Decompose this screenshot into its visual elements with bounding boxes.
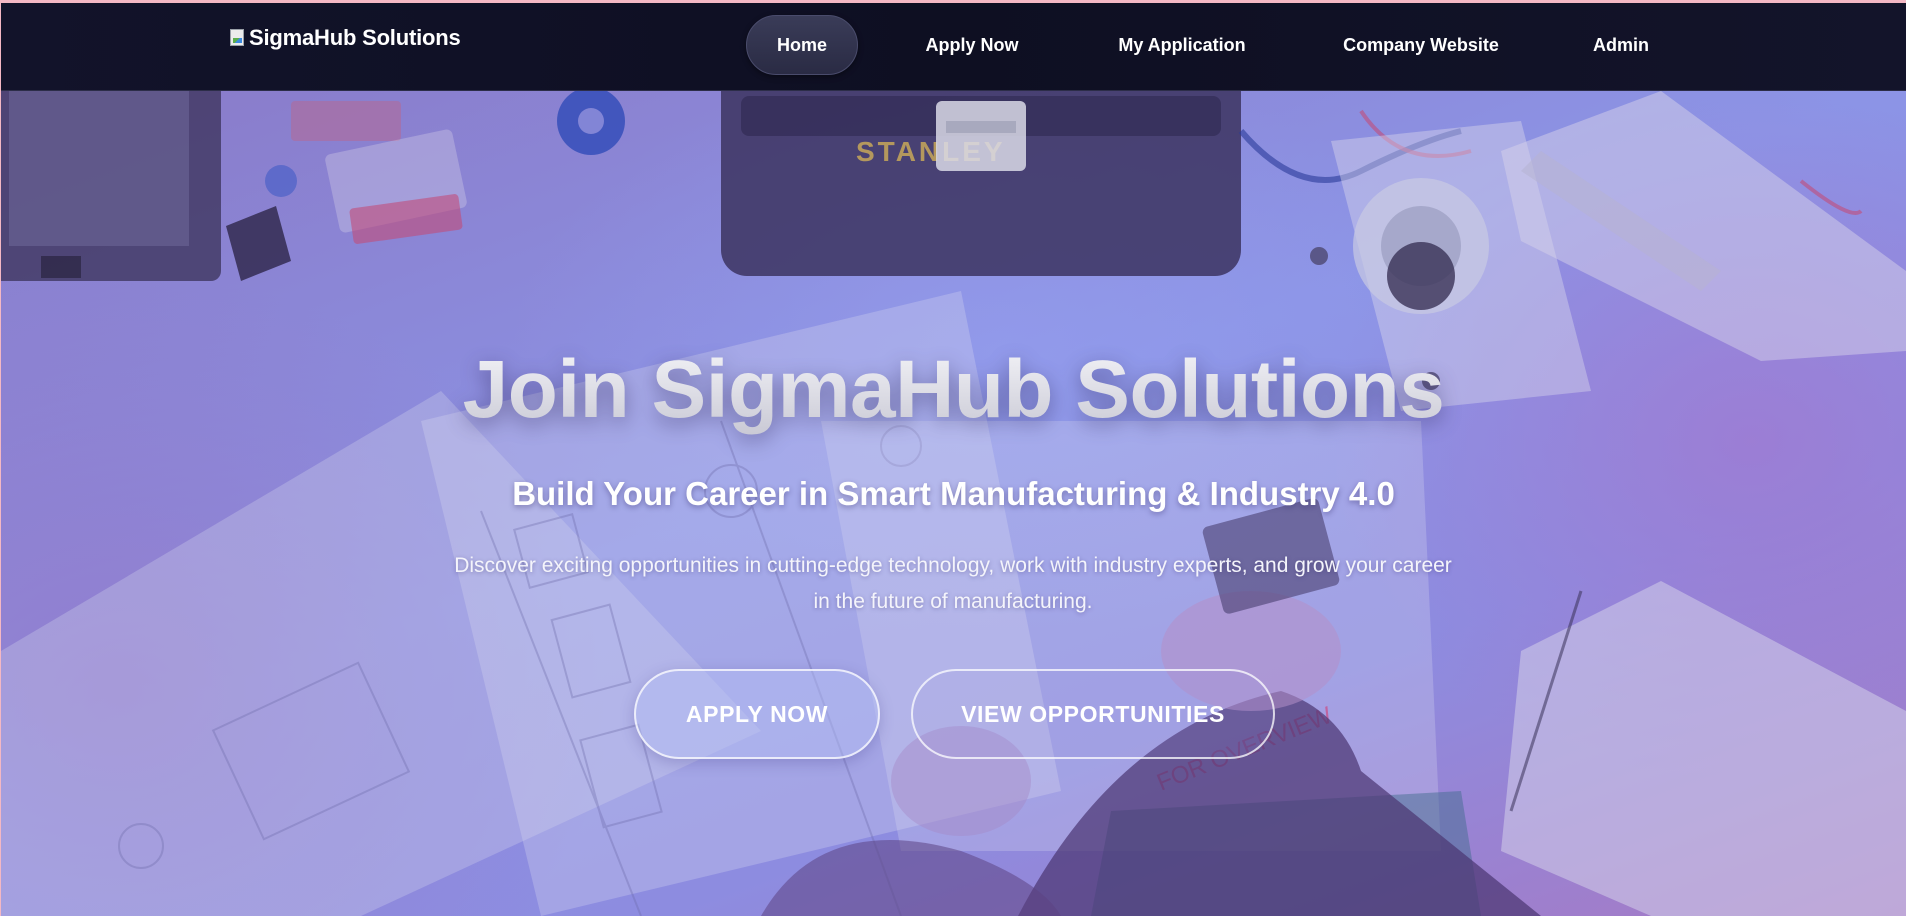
- top-navbar: SigmaHub Solutions Home Apply Now My App…: [1, 3, 1906, 91]
- view-opportunities-button[interactable]: VIEW OPPORTUNITIES: [911, 669, 1275, 759]
- hero-title: Join SigmaHub Solutions: [1, 343, 1906, 437]
- app-window: SigmaHub Solutions Home Apply Now My App…: [1, 3, 1906, 916]
- hero-content: Join SigmaHub Solutions Build Your Caree…: [1, 91, 1906, 916]
- nav-item-admin[interactable]: Admin: [1573, 15, 1669, 75]
- hero-subtitle: Build Your Career in Smart Manufacturing…: [512, 475, 1395, 512]
- hero-description: Discover exciting opportunities in cutti…: [454, 554, 1452, 613]
- nav-item-my-application[interactable]: My Application: [1093, 15, 1271, 75]
- apply-now-button[interactable]: APPLY NOW: [634, 669, 880, 759]
- nav-item-apply-now[interactable]: Apply Now: [901, 15, 1043, 75]
- nav-item-home[interactable]: Home: [746, 15, 858, 75]
- hero-section: STANLEY Join SigmaHub Solutions Build Yo…: [1, 91, 1906, 916]
- main-navigation: Home Apply Now My Application Company We…: [1, 3, 1906, 91]
- nav-item-company-website[interactable]: Company Website: [1321, 15, 1521, 75]
